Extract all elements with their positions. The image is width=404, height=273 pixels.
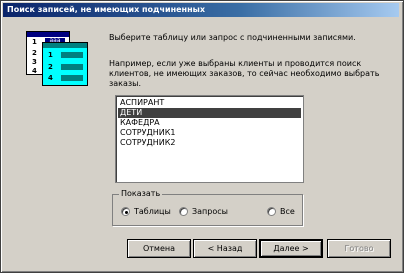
- table-list[interactable]: АСПИРАНТ ДЕТИ КАФЕДРА СОТРУДНИК1 СОТРУДН…: [115, 95, 304, 183]
- radio-button-icon: [179, 207, 188, 216]
- instruction-text: Выберите таблицу или запрос с подчиненны…: [109, 33, 356, 42]
- next-button[interactable]: Далее >: [259, 239, 323, 258]
- list-item[interactable]: АСПИРАНТ: [118, 98, 301, 108]
- front-row-number: 2: [48, 63, 53, 71]
- front-table-card: 1 2 4: [42, 42, 88, 86]
- list-item[interactable]: СОТРУДНИК1: [118, 128, 301, 138]
- finish-button[interactable]: Готово: [327, 239, 391, 258]
- radio-queries-label: Запросы: [192, 207, 228, 216]
- list-item-selected[interactable]: ДЕТИ: [118, 108, 301, 118]
- wizard-dialog: Поиск записей, не имеющих подчиненных аа…: [0, 0, 404, 273]
- radio-tables-label: Таблицы: [134, 207, 171, 216]
- back-table-header: [27, 32, 69, 37]
- example-text: Например, если уже выбраны клиенты и про…: [109, 59, 380, 88]
- title-bar: Поиск записей, не имеющих подчиненных: [3, 3, 399, 17]
- radio-all-label: Все: [280, 207, 295, 216]
- cancel-button[interactable]: Отмена: [127, 239, 191, 258]
- front-table-header: [43, 43, 87, 48]
- back-button[interactable]: < Назад: [193, 239, 257, 258]
- front-table-field: [61, 64, 83, 70]
- show-group-label: Показать: [119, 188, 163, 199]
- list-item[interactable]: КАФЕДРА: [118, 118, 301, 128]
- front-table-field: [61, 75, 83, 81]
- front-row-number: 4: [48, 74, 53, 82]
- front-row-number: 1: [48, 51, 53, 59]
- back-row-number: 3: [32, 58, 37, 66]
- radio-button-icon: [267, 207, 276, 216]
- list-item[interactable]: СОТРУДНИК2: [118, 138, 301, 148]
- front-table-field: [61, 52, 83, 58]
- table-illustration-icon: ааа 1 2 3 4 1 2 4: [26, 31, 88, 87]
- back-row-number: 4: [32, 67, 37, 75]
- back-row-number: 2: [32, 49, 37, 57]
- radio-button-icon: [121, 207, 130, 216]
- back-row-number: 1: [32, 38, 37, 46]
